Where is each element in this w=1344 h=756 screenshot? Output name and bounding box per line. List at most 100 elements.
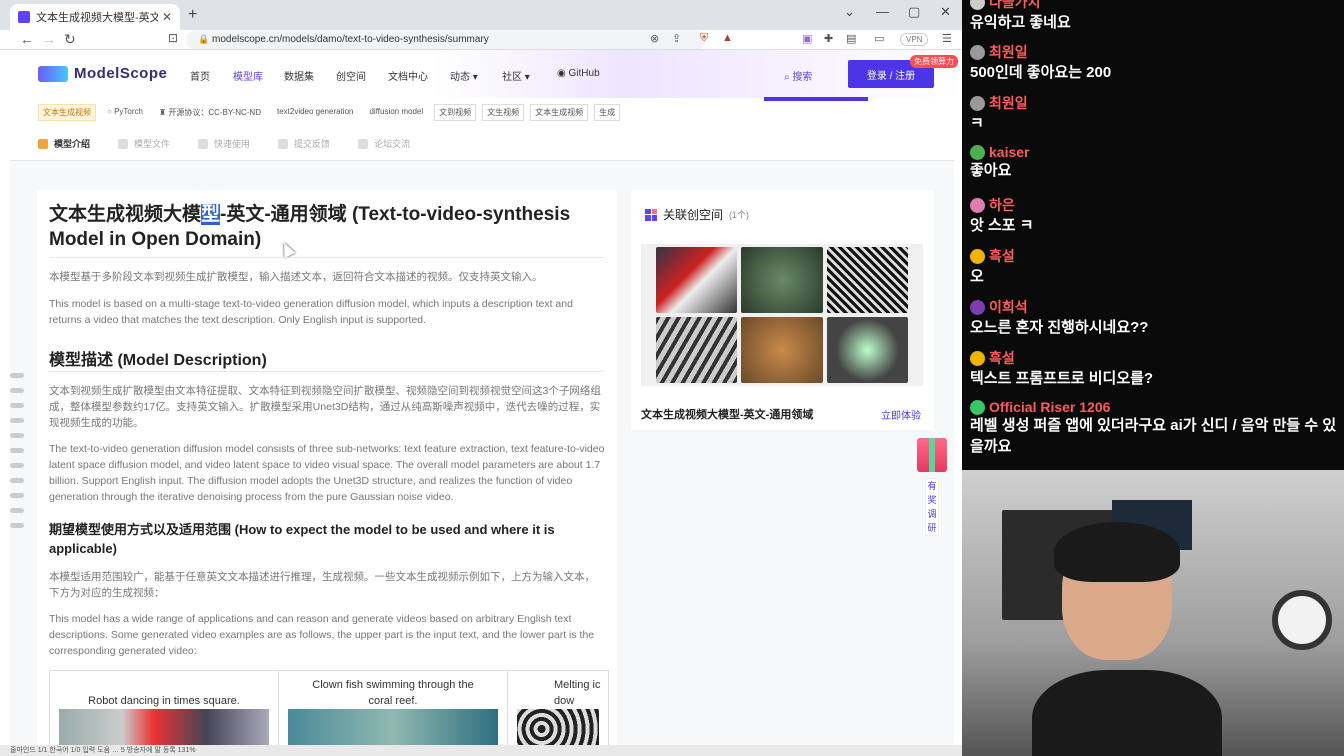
github-icon: ◉: [557, 68, 569, 79]
title-selection[interactable]: 型: [201, 204, 221, 225]
search-button[interactable]: ⌕ 搜索: [784, 68, 812, 83]
section-model-description: 模型描述 (Model Description): [49, 352, 267, 369]
extension-m-icon[interactable]: ▣: [802, 32, 812, 45]
example-cell: Clown fish swimming through the coral re…: [279, 671, 508, 756]
translate-icon[interactable]: ⊗: [650, 32, 659, 45]
tab-files[interactable]: 模型文件: [118, 137, 170, 150]
browser-window: 文本生成视频大模型-英文-通用领 ✕ + ⌄ — ▢ ✕ ← → ↻ ⊡ 🔒 m…: [0, 0, 962, 756]
tag-row: 文本生成视频 ○ PyTorch ♜ 开源协议：CC-BY-NC-ND text…: [38, 104, 621, 121]
warning-icon[interactable]: ▲: [722, 32, 733, 44]
puzzle-icon[interactable]: ✚: [824, 32, 833, 45]
tag-keyword[interactable]: 文生视频: [482, 104, 525, 121]
intro-cn: 本模型基于多阶段文本到视频生成扩散模型，输入描述文本，返回符合文本描述的视频。仅…: [49, 271, 543, 283]
desc-en: The text-to-video generation diffusion m…: [49, 443, 605, 503]
menu-community[interactable]: 社区 ▾: [502, 68, 530, 83]
preview-thumbnail: [741, 247, 823, 313]
menu-studios[interactable]: 创空间: [336, 68, 366, 83]
tag-keyword[interactable]: 文到视频: [434, 104, 477, 121]
file-icon: [118, 138, 129, 149]
search-label: 搜索: [792, 72, 813, 83]
tab-search-icon[interactable]: ⌄: [844, 4, 855, 20]
chat-overlay: 다을가치 유익하고 좋네요 최원일 500인데 좋아요는 200 최원일 ㅋ k…: [962, 0, 1344, 470]
shield-icon[interactable]: ⛨: [700, 32, 708, 45]
chat-message: 흑설 텍스트 프롬프트로 비디오를?: [970, 348, 1340, 389]
chat-username: 흑설: [989, 248, 1015, 264]
close-tab-icon[interactable]: ✕: [162, 10, 172, 24]
tab-label: 模型文件: [134, 139, 171, 149]
browser-tab[interactable]: 文本生成视频大模型-英文-通用领 ✕: [10, 4, 180, 30]
edit-icon: [278, 138, 289, 149]
menu-home[interactable]: 首页: [190, 68, 210, 83]
example-cell: Melting ic dow: [508, 671, 608, 756]
bookmark-icon[interactable]: ⊡: [168, 31, 178, 45]
tab-quickstart[interactable]: 快速使用: [198, 137, 250, 150]
tag-keyword[interactable]: 生成: [594, 104, 621, 121]
try-now-link[interactable]: 立即体验: [881, 407, 921, 422]
menu-news[interactable]: 动态 ▾: [450, 68, 478, 83]
tag-keyword[interactable]: text2video generation: [272, 104, 359, 121]
wallet-icon[interactable]: ▭: [874, 32, 884, 45]
chat-message: 다을가치 유익하고 좋네요: [970, 0, 1340, 33]
forward-icon[interactable]: →: [42, 31, 56, 47]
tag-license[interactable]: ♜ 开源协议：CC-BY-NC-ND: [154, 104, 266, 121]
share-icon[interactable]: ⇪: [672, 32, 681, 45]
tab-forum[interactable]: 论坛交流: [358, 137, 410, 150]
new-tab-button[interactable]: +: [188, 6, 197, 24]
github-link[interactable]: ◉ GitHub: [557, 68, 600, 79]
tab-title: 文本生成视频大模型-英文-通用领: [36, 12, 158, 24]
menu-docs[interactable]: 文档中心: [388, 68, 428, 83]
preview-thumbnail: [826, 317, 908, 383]
example-caption: Melting ic dow: [554, 679, 601, 707]
tag-framework[interactable]: ○ PyTorch: [102, 104, 148, 121]
title-part: 文本生成视频大模: [49, 204, 202, 225]
desc-cn: 文本到视频生成扩散模型由文本特征提取、文本特征到视频隐空间扩散模型、视频隐空间到…: [49, 385, 601, 429]
related-count: (1个): [729, 210, 750, 220]
close-window-button[interactable]: ✕: [940, 4, 951, 20]
avatar: [970, 44, 985, 60]
chat-text: 오느른 혼자 진행하시네요??: [970, 319, 1149, 336]
license-icon: ♜: [158, 108, 169, 117]
preview-grid[interactable]: [641, 244, 923, 386]
maximize-button[interactable]: ▢: [908, 4, 920, 20]
use-en: This model has a wide range of applicati…: [49, 613, 595, 657]
site-header: ModelScope 首页 模型库 数据集 创空间 文档中心 动态 ▾ 社区 ▾…: [0, 50, 962, 98]
tag-license-label: 开源协议：CC-BY-NC-ND: [168, 108, 261, 117]
avatar: [970, 399, 985, 415]
accent-strip: [764, 97, 868, 101]
related-space-name[interactable]: 文本生成视频大模型-英文-通用领域: [641, 406, 813, 422]
tab-label: 快速使用: [214, 139, 251, 149]
menu-icon[interactable]: ☰: [942, 32, 952, 45]
minimize-button[interactable]: —: [876, 4, 889, 19]
tag-keyword[interactable]: 文本生成视频: [530, 104, 589, 121]
sidebar-icon[interactable]: ▤: [846, 32, 856, 45]
tab-feedback[interactable]: 提交反馈: [278, 137, 330, 150]
avatar: [970, 144, 985, 160]
outline-scroll-handles[interactable]: [10, 373, 24, 538]
tag-keyword[interactable]: diffusion model: [364, 104, 428, 121]
reload-icon[interactable]: ↻: [64, 31, 76, 48]
chat-message: 이희석 오느른 혼자 진행하시네요??: [970, 297, 1340, 338]
modelscope-logo[interactable]: ModelScope: [38, 65, 167, 82]
chat-username: 흑설: [989, 350, 1015, 366]
chat-username: 하은: [989, 197, 1015, 213]
air-purifier: [1272, 590, 1332, 650]
chat-message: 하은 앗 스포 ㅋ: [970, 195, 1340, 236]
box-icon: [38, 138, 48, 149]
menu-models[interactable]: 模型库: [233, 68, 263, 83]
tag-task[interactable]: 文本生成视频: [38, 104, 96, 121]
chat-text: 유익하고 좋네요: [970, 14, 1071, 31]
example-caption: Robot dancing in times square.: [88, 695, 240, 707]
survey-widget[interactable]: 有奖调研: [916, 438, 948, 538]
tab-intro[interactable]: 模型介绍: [38, 137, 90, 150]
back-icon[interactable]: ←: [20, 31, 34, 47]
survey-label: 有奖调研: [925, 478, 939, 536]
vpn-badge[interactable]: VPN: [900, 33, 929, 46]
tag-framework-label: PyTorch: [114, 107, 143, 116]
chat-username: 최원일: [989, 44, 1028, 60]
free-compute-badge[interactable]: 免费领算力: [910, 55, 958, 68]
grid-icon: [645, 208, 657, 221]
url-input[interactable]: 🔒 modelscope.cn/models/damo/text-to-vide…: [186, 31, 706, 49]
chat-message: 최원일 500인데 좋아요는 200: [970, 42, 1340, 83]
menu-datasets[interactable]: 数据集: [284, 68, 314, 83]
favicon-icon: [18, 11, 30, 23]
